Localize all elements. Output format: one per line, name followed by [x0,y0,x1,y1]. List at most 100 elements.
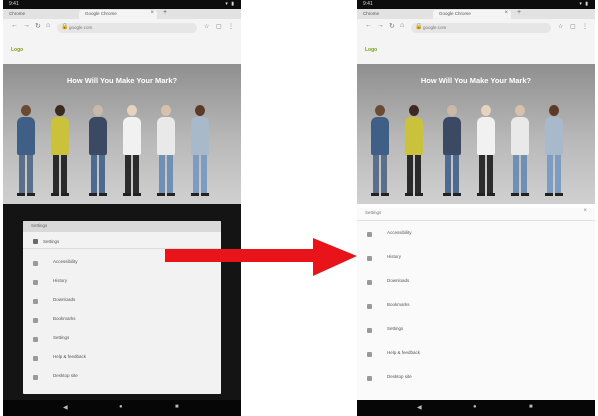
menu-item[interactable]: Settings [357,326,595,350]
browser-toolbar: ← → ↻ ⌂ 🔒 google.com ☆ ▢ ⋮ [3,20,241,36]
person-torso [89,117,107,155]
person-legs [511,155,529,193]
status-icons: ▾ ▮ [225,1,235,7]
dialog-header-text: Settings [31,223,48,228]
person-shoes [545,193,563,196]
browser-tab[interactable]: Google Chrome × [79,10,157,19]
home-icon[interactable]: ⌂ [46,22,50,29]
menu-item-icon [367,256,372,261]
person-head [375,105,385,116]
person-head [21,105,31,116]
home-button-icon[interactable]: ● [119,404,123,410]
menu-item[interactable]: Downloads [23,297,221,316]
close-icon[interactable]: × [150,10,154,16]
settings-icon [33,239,38,244]
menu-item[interactable]: Help & feedback [357,350,595,374]
menu-item[interactable]: Help & feedback [23,354,221,373]
site-logo[interactable]: Logo [11,47,23,53]
person-legs [157,155,175,193]
reload-icon[interactable]: ↻ [35,22,41,30]
menu-item[interactable]: Bookmarks [23,316,221,335]
person-shoes [17,193,35,196]
star-icon[interactable]: ☆ [204,23,209,30]
site-logo[interactable]: Logo [365,47,377,53]
person-figure [191,105,209,196]
person-legs [405,155,423,193]
browser-tab[interactable]: Google Chrome × [433,10,511,19]
person-torso [545,117,563,155]
recents-icon[interactable]: ■ [529,404,533,410]
transition-arrow-icon [165,238,357,276]
person-figure [511,105,529,196]
person-legs [443,155,461,193]
home-button-icon[interactable]: ● [473,404,477,410]
dimmed-background: Settings Settings Accessibility History Do… [3,204,241,400]
forward-arrow-icon[interactable]: → [377,22,384,29]
person-legs [191,155,209,193]
recents-icon[interactable]: ■ [175,404,179,410]
menu-icon[interactable]: ⋮ [582,23,588,30]
divider [357,220,595,221]
person-torso [51,117,69,155]
address-bar[interactable]: 🔒 google.com [411,23,551,33]
browser-toolbar: ← → ↻ ⌂ 🔒 google.com ☆ ▢ ⋮ [357,20,595,36]
person-legs [17,155,35,193]
forward-arrow-icon[interactable]: → [23,22,30,29]
person-shoes [477,193,495,196]
person-head [55,105,65,116]
hero-title: How Will You Make Your Mark? [420,76,532,85]
person-head [161,105,171,116]
close-icon[interactable]: × [504,10,508,16]
menu-item[interactable]: Accessibility [357,230,595,254]
menu-item[interactable]: Settings [23,335,221,354]
system-nav-bar: ◀ ● ■ [357,400,595,416]
menu-item-label: Accessibility [53,259,78,264]
reload-icon[interactable]: ↻ [389,22,395,30]
person-figure [545,105,563,196]
tabs-icon[interactable]: ▢ [216,23,222,30]
close-icon[interactable]: × [583,208,587,214]
person-figure [443,105,461,196]
browser-chrome: Chrome Google Chrome × + ← → ↻ ⌂ 🔒 googl… [3,9,241,64]
person-torso [371,117,389,155]
person-head [93,105,103,116]
person-legs [123,155,141,193]
person-legs [89,155,107,193]
person-figure [405,105,423,196]
dialog-header: Settings [23,221,221,232]
new-tab-icon[interactable]: + [517,9,521,16]
back-icon[interactable]: ◀ [63,404,68,411]
menu-item[interactable]: Desktop site [23,373,221,392]
menu-item[interactable]: Downloads [357,278,595,302]
back-arrow-icon[interactable]: ← [11,22,18,29]
tabs-icon[interactable]: ▢ [570,23,576,30]
url-text: google.com [423,25,447,30]
back-icon[interactable]: ◀ [417,404,422,411]
menu-item[interactable]: History [357,254,595,278]
hero-banner: How Will You Make Your Mark? [3,64,241,204]
person-shoes [123,193,141,196]
person-head [409,105,419,116]
menu-item[interactable]: History [23,278,221,297]
menu-item-label: Bookmarks [53,316,76,321]
menu-icon[interactable]: ⋮ [228,23,234,30]
menu-item-icon [367,304,372,309]
menu-item-icon [367,280,372,285]
menu-item-icon [33,337,38,342]
person-torso [405,117,423,155]
content-area: Settings × Accessibility History Downloads… [357,204,595,400]
person-figure [51,105,69,196]
menu-item[interactable]: Bookmarks [357,302,595,326]
menu-item-icon [33,299,38,304]
menu-item[interactable]: Desktop site [357,374,595,398]
back-arrow-icon[interactable]: ← [365,22,372,29]
person-torso [191,117,209,155]
menu-item-label: Accessibility [387,230,412,235]
address-bar[interactable]: 🔒 google.com [57,23,197,33]
home-icon[interactable]: ⌂ [400,22,404,29]
person-figure [89,105,107,196]
person-figure [157,105,175,196]
new-tab-icon[interactable]: + [163,9,167,16]
url-text: google.com [69,25,93,30]
star-icon[interactable]: ☆ [558,23,563,30]
